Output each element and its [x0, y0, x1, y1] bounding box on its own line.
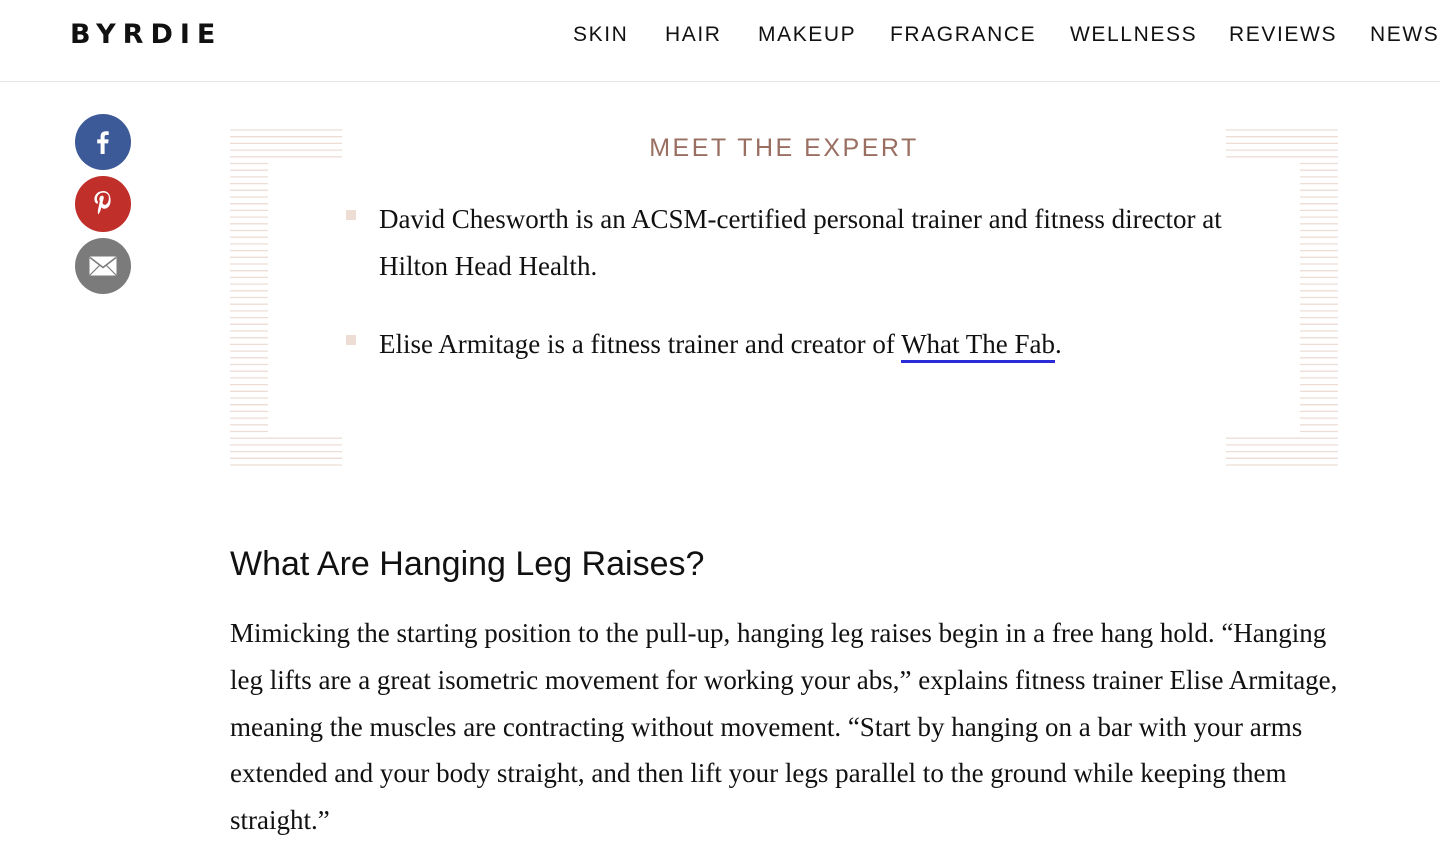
nav-makeup[interactable]: MAKEUP [758, 21, 856, 49]
email-icon [89, 256, 117, 276]
pinterest-share-button[interactable] [75, 176, 131, 232]
bullet-marker [346, 210, 356, 220]
expert-list: David Chesworth is an ACSM-certified per… [344, 196, 1224, 399]
site-header: BYRDIE SKIN HAIR MAKEUP FRAGRANCE WELLNE… [0, 0, 1440, 82]
nav-fragrance[interactable]: FRAGRANCE [890, 21, 1036, 49]
nav-news[interactable]: NEWS [1370, 21, 1439, 49]
social-share-bar [75, 114, 131, 300]
site-logo[interactable]: BYRDIE [70, 18, 222, 52]
nav-wellness[interactable]: WELLNESS [1070, 21, 1197, 49]
expert-box-title: MEET THE EXPERT [649, 134, 919, 162]
meet-the-expert-box: MEET THE EXPERT David Chesworth is an AC… [230, 128, 1338, 470]
bullet-marker [346, 335, 356, 345]
nav-skin[interactable]: SKIN [573, 21, 628, 49]
nav-hair[interactable]: HAIR [665, 21, 722, 49]
expert-list-item: Elise Armitage is a fitness trainer and … [344, 321, 1224, 368]
article-paragraph: Mimicking the starting position to the p… [230, 618, 1338, 836]
nav-reviews[interactable]: REVIEWS [1229, 21, 1337, 49]
expert-description: David Chesworth is an ACSM-certified per… [379, 204, 1222, 281]
main-nav: SKIN HAIR MAKEUP FRAGRANCE WELLNESS REVI… [573, 21, 1440, 49]
expert-description: Elise Armitage is a fitness trainer and … [379, 329, 902, 359]
right-bracket-decoration [1226, 129, 1338, 466]
left-bracket-decoration [230, 129, 342, 466]
expert-list-item: David Chesworth is an ACSM-certified per… [344, 196, 1224, 290]
expert-description-end: . [1055, 329, 1062, 359]
section-heading: What Are Hanging Leg Raises? [230, 545, 705, 583]
facebook-share-button[interactable] [75, 114, 131, 170]
what-the-fab-link[interactable]: What The Fab [901, 329, 1056, 363]
facebook-icon [97, 131, 109, 154]
pinterest-icon [94, 191, 111, 215]
email-share-button[interactable] [75, 238, 131, 294]
